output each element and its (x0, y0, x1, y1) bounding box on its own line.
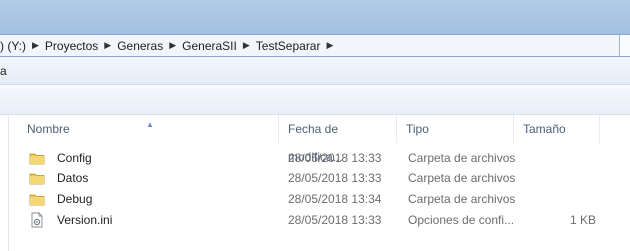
chevron-right-icon[interactable]: ▶ (241, 40, 252, 51)
file-date: 28/05/2018 13:33 (288, 213, 382, 227)
breadcrumb-label: Proyectos (44, 38, 99, 53)
file-type: Carpeta de archivos (408, 192, 516, 206)
breadcrumb-testseparar[interactable]: TestSeparar ▶ (252, 39, 336, 53)
menu-item-partial[interactable]: a (0, 64, 7, 78)
file-row-datos[interactable]: Datos 28/05/2018 13:33 Carpeta de archiv… (18, 168, 630, 188)
column-header-label: Nombre (27, 122, 70, 136)
file-row-debug[interactable]: Debug 28/05/2018 13:34 Carpeta de archiv… (18, 189, 630, 209)
address-dropdown[interactable] (619, 35, 630, 56)
file-name: Config (57, 151, 92, 165)
breadcrumb-drive[interactable]: ) (Y:) ▶ (0, 39, 41, 53)
file-date: 28/05/2018 13:33 (288, 171, 382, 185)
navigation-pane-edge (0, 115, 9, 251)
file-type: Carpeta de archivos (408, 171, 516, 185)
file-date: 28/05/2018 13:34 (288, 192, 382, 206)
breadcrumb-label: ) (Y:) (0, 38, 26, 53)
file-name: Debug (57, 192, 93, 206)
chevron-right-icon[interactable]: ▶ (30, 40, 41, 51)
breadcrumb-proyectos[interactable]: Proyectos ▶ (41, 39, 113, 53)
file-row-config[interactable]: Config 28/05/2018 13:33 Carpeta de archi… (18, 148, 630, 168)
file-date: 28/05/2018 13:33 (288, 151, 382, 165)
file-size (524, 148, 596, 168)
window-titlebar (0, 0, 630, 34)
breadcrumb-label: Generas (117, 38, 164, 53)
file-row-version-ini[interactable]: Version.ini 28/05/2018 13:33 Opciones de… (18, 210, 630, 230)
chevron-right-icon[interactable]: ▶ (324, 40, 335, 51)
file-size (524, 189, 596, 209)
menu-bar: a (0, 57, 630, 85)
file-size (524, 168, 596, 188)
sort-ascending-icon: ▲ (146, 120, 154, 129)
command-bar (0, 85, 630, 115)
column-header-type[interactable]: Tipo (397, 115, 514, 143)
breadcrumb-label: GeneraSII (182, 38, 237, 53)
column-header-size[interactable]: Tamaño (514, 115, 600, 143)
file-list-pane: Nombre ▲ Fecha de modifica... Tipo Tamañ… (0, 115, 630, 251)
column-header-date[interactable]: Fecha de modifica... (279, 115, 397, 164)
file-type: Carpeta de archivos (408, 151, 516, 165)
column-header-name[interactable]: Nombre ▲ (18, 115, 279, 143)
column-header-label: Tipo (406, 122, 429, 136)
breadcrumb-generasii[interactable]: GeneraSII ▶ (178, 39, 252, 53)
breadcrumb-label: TestSeparar (255, 38, 321, 53)
address-bar[interactable]: ) (Y:) ▶ Proyectos ▶ Generas ▶ GeneraSII… (0, 34, 630, 57)
column-header-label: Tamaño (523, 122, 566, 136)
file-type: Opciones de confi... (408, 213, 515, 227)
breadcrumb-generas[interactable]: Generas ▶ (113, 39, 178, 53)
chevron-right-icon[interactable]: ▶ (102, 40, 113, 51)
file-name: Datos (57, 171, 89, 185)
chevron-right-icon[interactable]: ▶ (167, 40, 178, 51)
file-name: Version.ini (57, 213, 113, 227)
column-headers: Nombre ▲ Fecha de modifica... Tipo Tamañ… (18, 115, 630, 164)
file-size: 1 KB (569, 213, 596, 227)
